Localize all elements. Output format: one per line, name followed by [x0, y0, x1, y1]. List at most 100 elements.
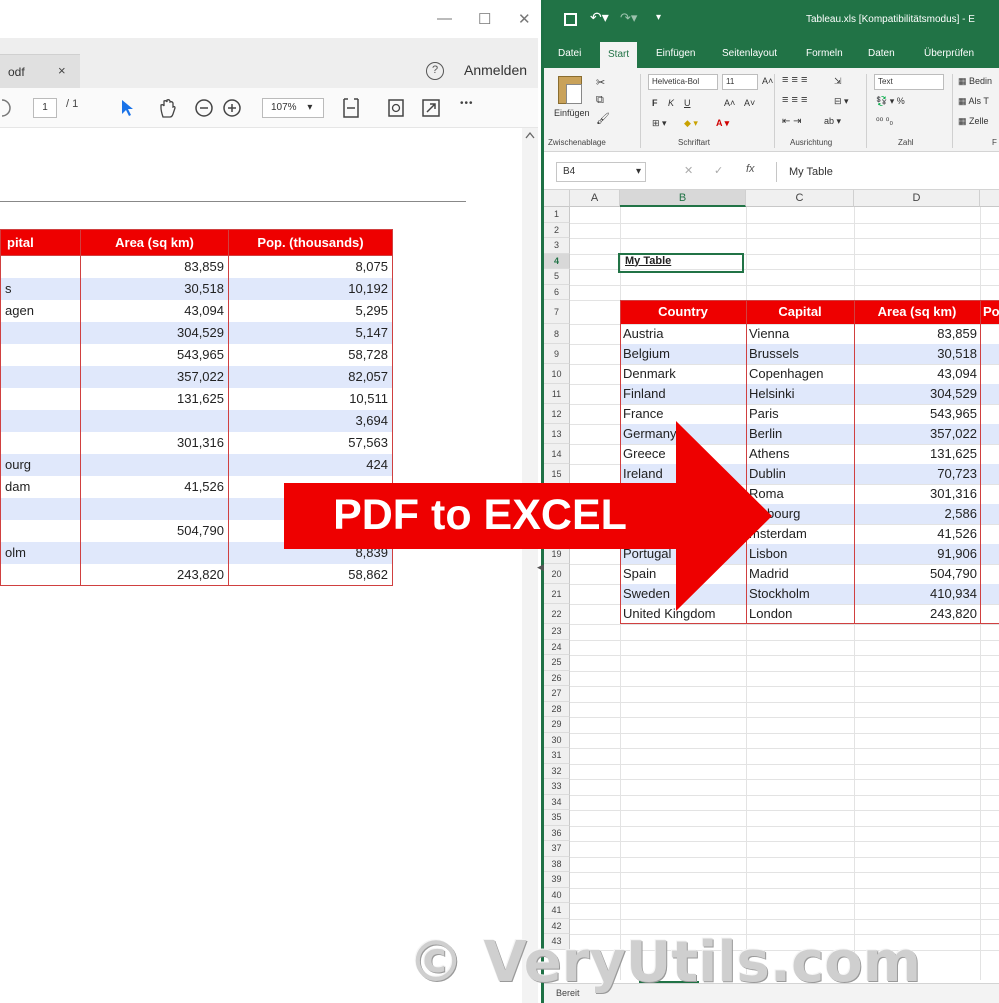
font-color-icon[interactable]: A ▾	[716, 118, 729, 129]
area-cell[interactable]: 30,518	[854, 344, 980, 364]
scroll-up-icon[interactable]	[522, 128, 538, 142]
row-header-6[interactable]: 6	[544, 284, 570, 300]
country-cell[interactable]: Austria	[620, 324, 746, 344]
undo-icon[interactable]: ↶▾	[590, 9, 609, 26]
tab-einfuegen[interactable]: Einfügen	[656, 48, 695, 59]
orientation-icon[interactable]: ab ▾	[824, 116, 841, 127]
zoom-level-select[interactable]: 107% ▾	[262, 98, 324, 118]
table-header-cell[interactable]: Po	[980, 300, 999, 324]
fill-color-icon[interactable]: ◆ ▾	[684, 118, 698, 129]
tab-daten[interactable]: Daten	[868, 48, 895, 59]
hand-tool-icon[interactable]	[158, 97, 178, 119]
sign-in-link[interactable]: Anmelden	[464, 62, 527, 78]
font-grow-icon[interactable]: A˄	[762, 76, 773, 86]
row-header-9[interactable]: 9	[544, 344, 570, 364]
area-cell[interactable]: 131,625	[854, 444, 980, 464]
borders-icon[interactable]: ⊞ ▾	[652, 118, 667, 129]
copy-icon[interactable]: ⧉	[596, 94, 604, 107]
population-cell[interactable]	[980, 524, 999, 544]
column-header-e[interactable]	[980, 190, 999, 207]
population-cell[interactable]	[980, 464, 999, 484]
row-header-35[interactable]: 35	[544, 810, 570, 826]
quick-access-more-icon[interactable]: ▾	[656, 12, 661, 23]
cut-icon[interactable]: ✂	[596, 76, 605, 89]
area-cell[interactable]: 543,965	[854, 404, 980, 424]
population-cell[interactable]	[980, 604, 999, 624]
font-name-select[interactable]: Helvetica-Bol	[648, 74, 718, 90]
name-box[interactable]: B4 ▾	[556, 162, 646, 182]
area-cell[interactable]: 410,934	[854, 584, 980, 604]
font-size-up-icon[interactable]: A˄	[724, 98, 735, 108]
align-left-icon[interactable]: ≡ ≡ ≡	[782, 94, 807, 106]
enter-formula-icon[interactable]: ✓	[714, 164, 723, 177]
row-header-31[interactable]: 31	[544, 748, 570, 764]
tab-ueberpruefen[interactable]: Überprüfen	[924, 48, 974, 59]
capital-cell[interactable]: Vienna	[746, 324, 854, 344]
row-header-4[interactable]: 4	[544, 253, 570, 269]
table-header-cell[interactable]: Capital	[746, 300, 854, 324]
population-cell[interactable]	[980, 384, 999, 404]
capital-cell[interactable]: Copenhagen	[746, 364, 854, 384]
table-header-cell[interactable]: Area (sq km)	[854, 300, 980, 324]
page-number-input[interactable]: 1	[33, 98, 57, 118]
redo-icon[interactable]: ↷▾	[620, 10, 637, 26]
area-cell[interactable]: 304,529	[854, 384, 980, 404]
tab-datei[interactable]: Datei	[558, 48, 581, 59]
row-header-10[interactable]: 10	[544, 364, 570, 384]
cell-styles-button[interactable]: ▦ Zelle	[958, 116, 989, 127]
row-header-38[interactable]: 38	[544, 856, 570, 872]
more-options-icon[interactable]: •••	[460, 98, 474, 109]
format-painter-icon[interactable]: 🖌	[596, 112, 610, 125]
area-cell[interactable]: 91,906	[854, 544, 980, 564]
tab-close-icon[interactable]: ×	[58, 63, 66, 78]
row-header-27[interactable]: 27	[544, 686, 570, 702]
column-header-b[interactable]: B	[620, 190, 746, 207]
population-cell[interactable]	[980, 564, 999, 584]
row-header-30[interactable]: 30	[544, 732, 570, 748]
population-cell[interactable]	[980, 504, 999, 524]
area-cell[interactable]: 357,022	[854, 424, 980, 444]
row-header-3[interactable]: 3	[544, 238, 570, 254]
pdf-document-tab[interactable]: odf ×	[0, 54, 80, 88]
row-header-1[interactable]: 1	[544, 207, 570, 223]
row-header-34[interactable]: 34	[544, 794, 570, 810]
population-cell[interactable]	[980, 404, 999, 424]
row-header-5[interactable]: 5	[544, 269, 570, 285]
population-cell[interactable]	[980, 424, 999, 444]
tab-seitenlayout[interactable]: Seitenlayout	[722, 48, 777, 59]
conditional-format-button[interactable]: ▦ Bedin	[958, 76, 992, 87]
country-cell[interactable]: Belgium	[620, 344, 746, 364]
select-all-corner[interactable]	[544, 190, 570, 207]
save-icon[interactable]	[564, 13, 577, 26]
cancel-formula-icon[interactable]: ✕	[684, 164, 693, 177]
row-header-37[interactable]: 37	[544, 841, 570, 857]
capital-cell[interactable]: Brussels	[746, 344, 854, 364]
row-header-33[interactable]: 33	[544, 779, 570, 795]
area-cell[interactable]: 243,820	[854, 604, 980, 624]
insert-function-icon[interactable]: fx	[746, 163, 755, 175]
column-header-d[interactable]: D	[854, 190, 980, 207]
area-cell[interactable]: 70,723	[854, 464, 980, 484]
country-cell[interactable]: Denmark	[620, 364, 746, 384]
indent-icon[interactable]: ⇤ ⇥	[782, 116, 802, 127]
row-header-23[interactable]: 23	[544, 624, 570, 640]
help-icon[interactable]: ?	[426, 62, 444, 80]
merge-cells-icon[interactable]: ⊟ ▾	[834, 96, 849, 107]
area-cell[interactable]: 2,586	[854, 504, 980, 524]
area-cell[interactable]: 43,094	[854, 364, 980, 384]
population-cell[interactable]	[980, 544, 999, 564]
population-cell[interactable]	[980, 344, 999, 364]
row-header-26[interactable]: 26	[544, 670, 570, 686]
wrap-text-icon[interactable]: ⇲	[834, 76, 842, 87]
population-cell[interactable]	[980, 364, 999, 384]
zoom-out-icon[interactable]	[194, 98, 214, 118]
row-header-11[interactable]: 11	[544, 384, 570, 404]
row-header-8[interactable]: 8	[544, 324, 570, 344]
minimize-icon[interactable]: —	[437, 10, 452, 27]
currency-icon[interactable]: 💱 ▾ %	[876, 96, 905, 107]
row-header-36[interactable]: 36	[544, 825, 570, 841]
previous-page-icon[interactable]	[2, 98, 16, 118]
population-cell[interactable]	[980, 584, 999, 604]
table-header-cell[interactable]: Country	[620, 300, 746, 324]
zoom-in-icon[interactable]	[222, 98, 242, 118]
